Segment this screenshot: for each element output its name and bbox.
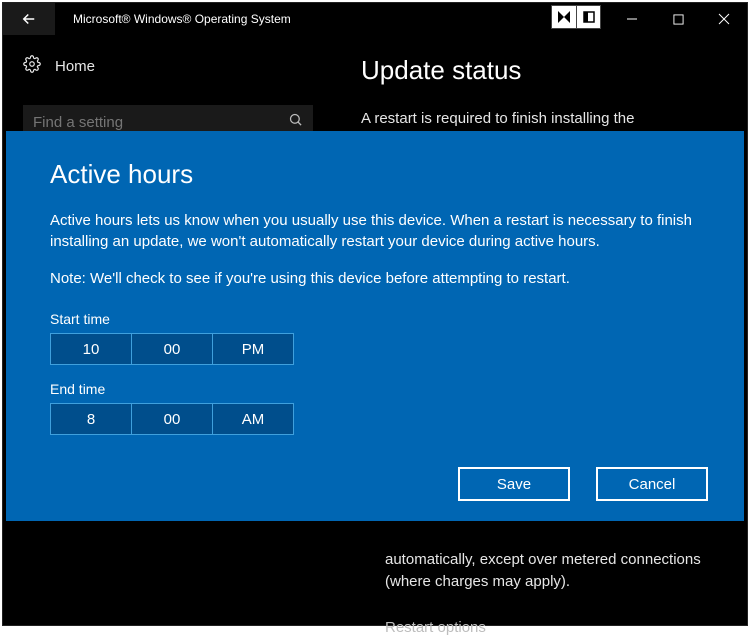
end-hour[interactable]: 8 [51,404,131,434]
end-ampm[interactable]: AM [212,404,293,434]
start-time-block: Start time 10 00 PM [50,311,700,365]
window-controls [609,3,747,35]
main-content: Update status A restart is required to f… [361,55,727,130]
maximize-button[interactable] [655,3,701,35]
window-title: Microsoft® Windows® Operating System [73,12,291,26]
end-time-picker[interactable]: 8 00 AM [50,403,294,435]
save-button[interactable]: Save [458,467,570,501]
close-button[interactable] [701,3,747,35]
restart-options-link[interactable]: Restart options [385,617,727,638]
dialog-title: Active hours [50,159,700,190]
end-time-label: End time [50,381,700,397]
start-time-label: Start time [50,311,700,327]
dock-toggle-icon[interactable] [576,6,600,28]
dialog-note: Note: We'll check to see if you're using… [50,268,700,289]
end-time-block: End time 8 00 AM [50,381,700,435]
tablet-mode-controls [551,5,601,29]
arrow-left-icon [20,10,38,28]
cancel-button[interactable]: Cancel [596,467,708,501]
start-time-picker[interactable]: 10 00 PM [50,333,294,365]
search-icon [288,112,303,132]
home-label: Home [55,58,95,75]
lower-content: automatically, except over metered conne… [385,549,727,638]
start-ampm[interactable]: PM [212,334,293,364]
contrast-toggle-icon[interactable] [552,6,576,28]
metered-text: automatically, except over metered conne… [385,549,727,593]
active-hours-dialog: Active hours Active hours lets us know w… [6,131,744,521]
search-input[interactable] [33,114,273,131]
page-heading: Update status [361,55,727,86]
start-minute[interactable]: 00 [131,334,212,364]
start-hour[interactable]: 10 [51,334,131,364]
titlebar: Microsoft® Windows® Operating System [3,3,747,35]
minimize-button[interactable] [609,3,655,35]
gear-icon [23,55,41,77]
dialog-description: Active hours lets us know when you usual… [50,210,700,252]
end-minute[interactable]: 00 [131,404,212,434]
status-text: A restart is required to finish installi… [361,108,727,130]
app-window: Microsoft® Windows® Operating System [2,2,748,626]
back-button[interactable] [3,3,55,35]
home-nav[interactable]: Home [23,55,323,77]
dialog-footer: Save Cancel [458,467,708,501]
